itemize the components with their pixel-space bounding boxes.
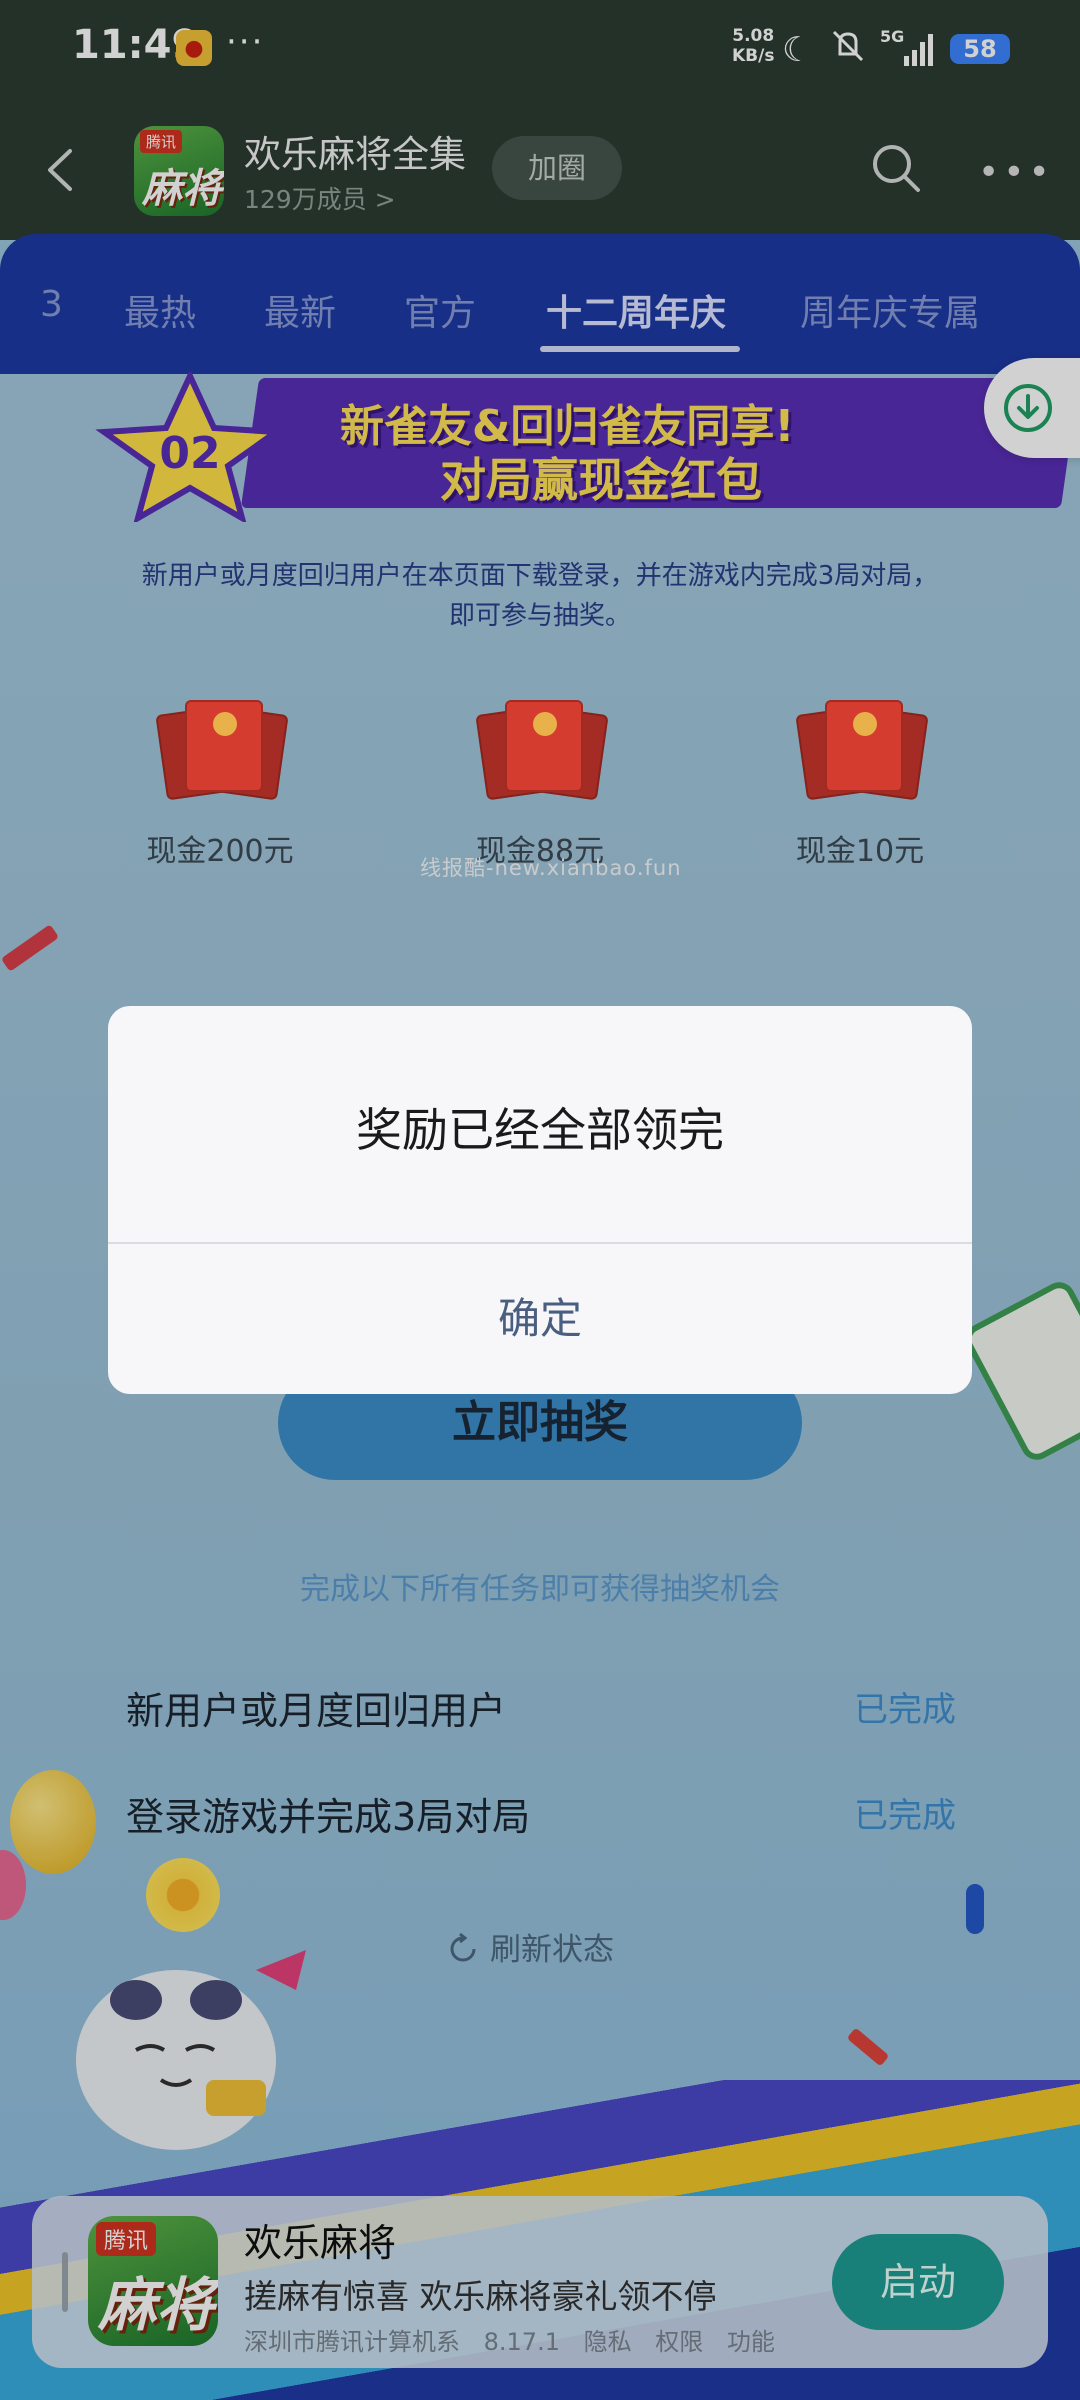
floating-download-button[interactable] xyxy=(984,358,1080,458)
red-envelope-icon xyxy=(155,700,289,801)
task-status: 已完成 xyxy=(854,1796,956,1836)
tab-official[interactable]: 官方 xyxy=(404,284,476,336)
logo-text: 麻将 xyxy=(142,166,222,212)
mascot-illustration xyxy=(76,1950,306,2150)
alert-dialog: 奖励已经全部领完 确定 xyxy=(108,1006,972,1394)
card-app-slogan: 搓麻有惊喜 欢乐麻将豪礼领不停 xyxy=(244,2277,717,2316)
card-drag-handle[interactable] xyxy=(62,2252,68,2312)
net-speed: 5.08 KB/s xyxy=(732,26,774,66)
logo-tag: 腾讯 xyxy=(140,130,183,153)
net-speed-value: 5.08 xyxy=(732,26,775,46)
mute-icon xyxy=(832,30,864,62)
tab-hottest[interactable]: 最热 xyxy=(124,284,196,336)
tab-12th-anniversary[interactable]: 十二周年庆 xyxy=(546,284,726,336)
red-envelope-icon xyxy=(795,700,929,801)
more-notifications-icon: ··· xyxy=(226,22,265,62)
back-icon[interactable] xyxy=(40,145,80,195)
task-status: 已完成 xyxy=(854,1690,956,1730)
net-speed-unit: KB/s xyxy=(732,46,775,66)
prize-item: 现金88元 xyxy=(420,700,660,870)
card-logo-tag: 腾讯 xyxy=(96,2222,157,2256)
red-envelope-icon xyxy=(475,700,609,801)
card-privacy-link[interactable]: 隐私 xyxy=(584,2328,632,2356)
prize-label: 现金200元 xyxy=(146,834,294,869)
network-type: 5G xyxy=(880,27,904,46)
event-banner: 02 新雀友&回归雀友同享! 对局赢现金红包 xyxy=(90,372,1080,522)
weibo-notification-icon: ● xyxy=(176,30,212,66)
prize-item: 现金200元 xyxy=(100,700,340,870)
card-version: 8.17.1 xyxy=(483,2328,560,2356)
battery-level: 58 xyxy=(950,34,1010,64)
card-app-logo: 腾讯 麻将 xyxy=(88,2216,218,2346)
task-row: 新用户或月度回归用户 已完成 xyxy=(126,1680,956,1740)
do-not-disturb-icon: ☾ xyxy=(782,30,813,70)
balloon-decoration xyxy=(10,1770,96,1874)
tab-newest[interactable]: 最新 xyxy=(264,284,336,336)
card-features-link[interactable]: 功能 xyxy=(727,2328,775,2356)
prize-label: 现金10元 xyxy=(795,834,925,869)
event-description: 新用户或月度回归用户在本页面下载登录，并在游戏内完成3局对局，即可参与抽奖。 xyxy=(141,561,939,631)
banner-badge: 02 xyxy=(159,428,220,479)
card-app-meta: 深圳市腾讯计算机系 8.17.1 隐私 权限 功能 xyxy=(244,2322,791,2357)
prize-item: 现金10元 xyxy=(740,700,980,870)
active-tab-indicator xyxy=(540,346,740,352)
card-app-title: 欢乐麻将 xyxy=(244,2221,397,2265)
start-app-button[interactable]: 启动 xyxy=(832,2234,1004,2330)
refresh-icon xyxy=(450,1932,476,1962)
star-badge-icon: 02 xyxy=(95,372,285,522)
watermark: 线报酷-new.xianbao.fun xyxy=(420,856,682,880)
task-row: 登录游戏并完成3局对局 已完成 xyxy=(126,1786,956,1846)
tab-bar: 3 最热 最新 官方 十二周年庆 周年庆专属 xyxy=(0,234,1080,374)
download-icon xyxy=(1004,384,1052,432)
refresh-label: 刷新状态 xyxy=(490,1932,614,1968)
status-bar: 11:49 ● ··· 5.08 KB/s ☾ 5G 58 xyxy=(0,0,1080,100)
signal-icon: 5G xyxy=(880,27,933,66)
app-logo[interactable]: 腾讯 麻将 xyxy=(134,126,224,216)
task-title: 新用户或月度回归用户 xyxy=(126,1689,507,1733)
card-developer: 深圳市腾讯计算机系 xyxy=(244,2328,460,2356)
banner-subheadline: 对局赢现金红包 xyxy=(440,453,762,507)
flower-decoration xyxy=(146,1858,220,1932)
refresh-status-button[interactable]: 刷新状态 xyxy=(446,1924,614,1969)
confetti xyxy=(966,1884,984,1934)
task-hint: 完成以下所有任务即可获得抽奖机会 xyxy=(300,1572,780,1607)
task-title: 登录游戏并完成3局对局 xyxy=(126,1795,531,1839)
search-icon[interactable] xyxy=(868,140,924,196)
card-permissions-link[interactable]: 权限 xyxy=(655,2328,703,2356)
member-count[interactable]: 129万成员 > xyxy=(244,180,396,216)
dialog-message: 奖励已经全部领完 xyxy=(356,1103,724,1157)
app-header: 腾讯 麻将 欢乐麻将全集 129万成员 > 加圈 ••• xyxy=(0,100,1080,240)
tab-anniversary-exclusive[interactable]: 周年庆专属 xyxy=(800,284,980,336)
join-circle-button[interactable]: 加圈 xyxy=(492,136,622,200)
card-logo-text: 麻将 xyxy=(98,2271,215,2339)
confirm-button[interactable]: 确定 xyxy=(108,1244,972,1394)
more-options-icon[interactable]: ••• xyxy=(978,152,1054,193)
tab-partial[interactable]: 3 xyxy=(40,284,63,325)
circle-title[interactable]: 欢乐麻将全集 xyxy=(244,124,466,178)
app-download-card[interactable]: 腾讯 麻将 欢乐麻将 搓麻有惊喜 欢乐麻将豪礼领不停 深圳市腾讯计算机系 8.1… xyxy=(32,2196,1048,2368)
